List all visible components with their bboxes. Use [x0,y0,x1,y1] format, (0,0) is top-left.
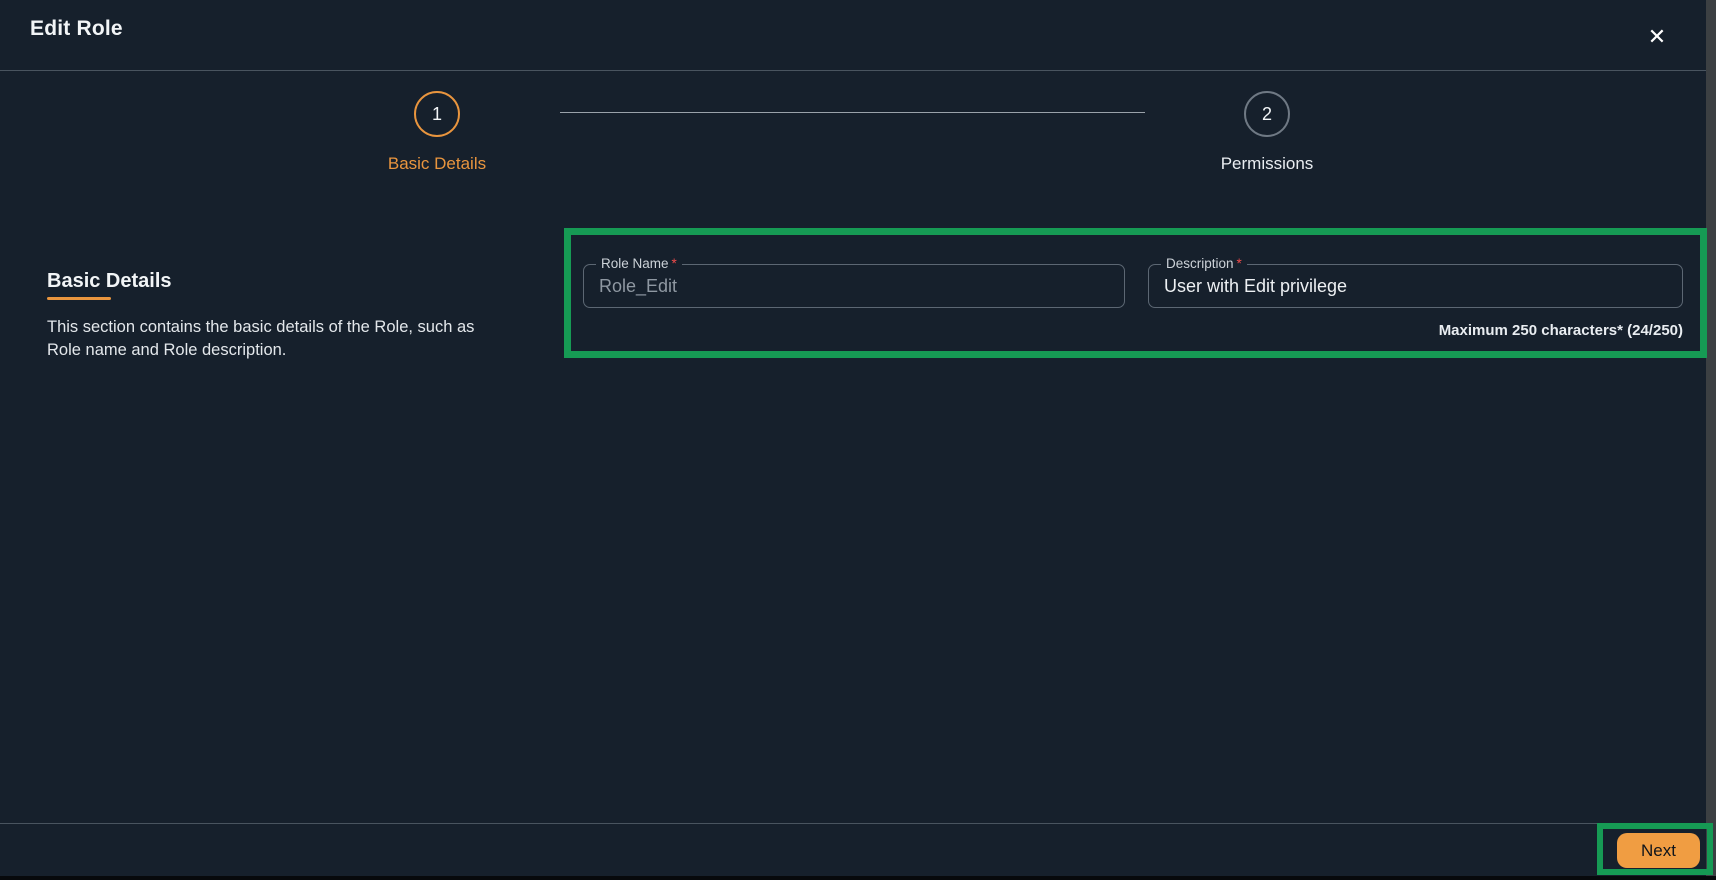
next-button[interactable]: Next [1617,833,1700,868]
dialog-title: Edit Role [30,17,123,40]
header-divider [0,70,1706,71]
stepper-step-permissions[interactable]: 2 Permissions [1167,91,1367,174]
stepper-connector-line [560,112,1145,113]
role-name-label: Role Name * [596,256,682,271]
step-2-label: Permissions [1220,154,1314,173]
step-1-circle: 1 [414,91,460,137]
step-1-label: Basic Details [387,154,487,173]
required-asterisk: * [1236,256,1242,271]
step-1-number: 1 [431,103,442,124]
stepper-step-basic-details[interactable]: 1 Basic Details [337,91,537,174]
description-input[interactable] [1149,265,1682,307]
section-description: This section contains the basic details … [47,318,475,359]
role-name-field: Role Name * [583,256,1125,308]
footer-divider [0,823,1706,824]
step-2-circle: 2 [1244,91,1290,137]
required-asterisk: * [671,256,677,271]
description-label: Description * [1161,256,1247,271]
section-heading: Basic Details [47,270,172,292]
step-2-number: 2 [1261,103,1272,124]
close-icon: ✕ [1647,24,1667,49]
description-helper-text: Maximum 250 characters* (24/250) [1438,322,1683,339]
backdrop-bottom-strip [0,876,1716,880]
backdrop-right-strip [1706,0,1716,880]
edit-role-dialog: Edit Role ✕ 1 Basic Details 2 Permission… [0,0,1716,880]
description-field: Description * [1148,256,1683,308]
section-heading-underline [47,297,111,300]
role-name-input[interactable] [584,265,1124,307]
close-button[interactable]: ✕ [1640,20,1674,54]
